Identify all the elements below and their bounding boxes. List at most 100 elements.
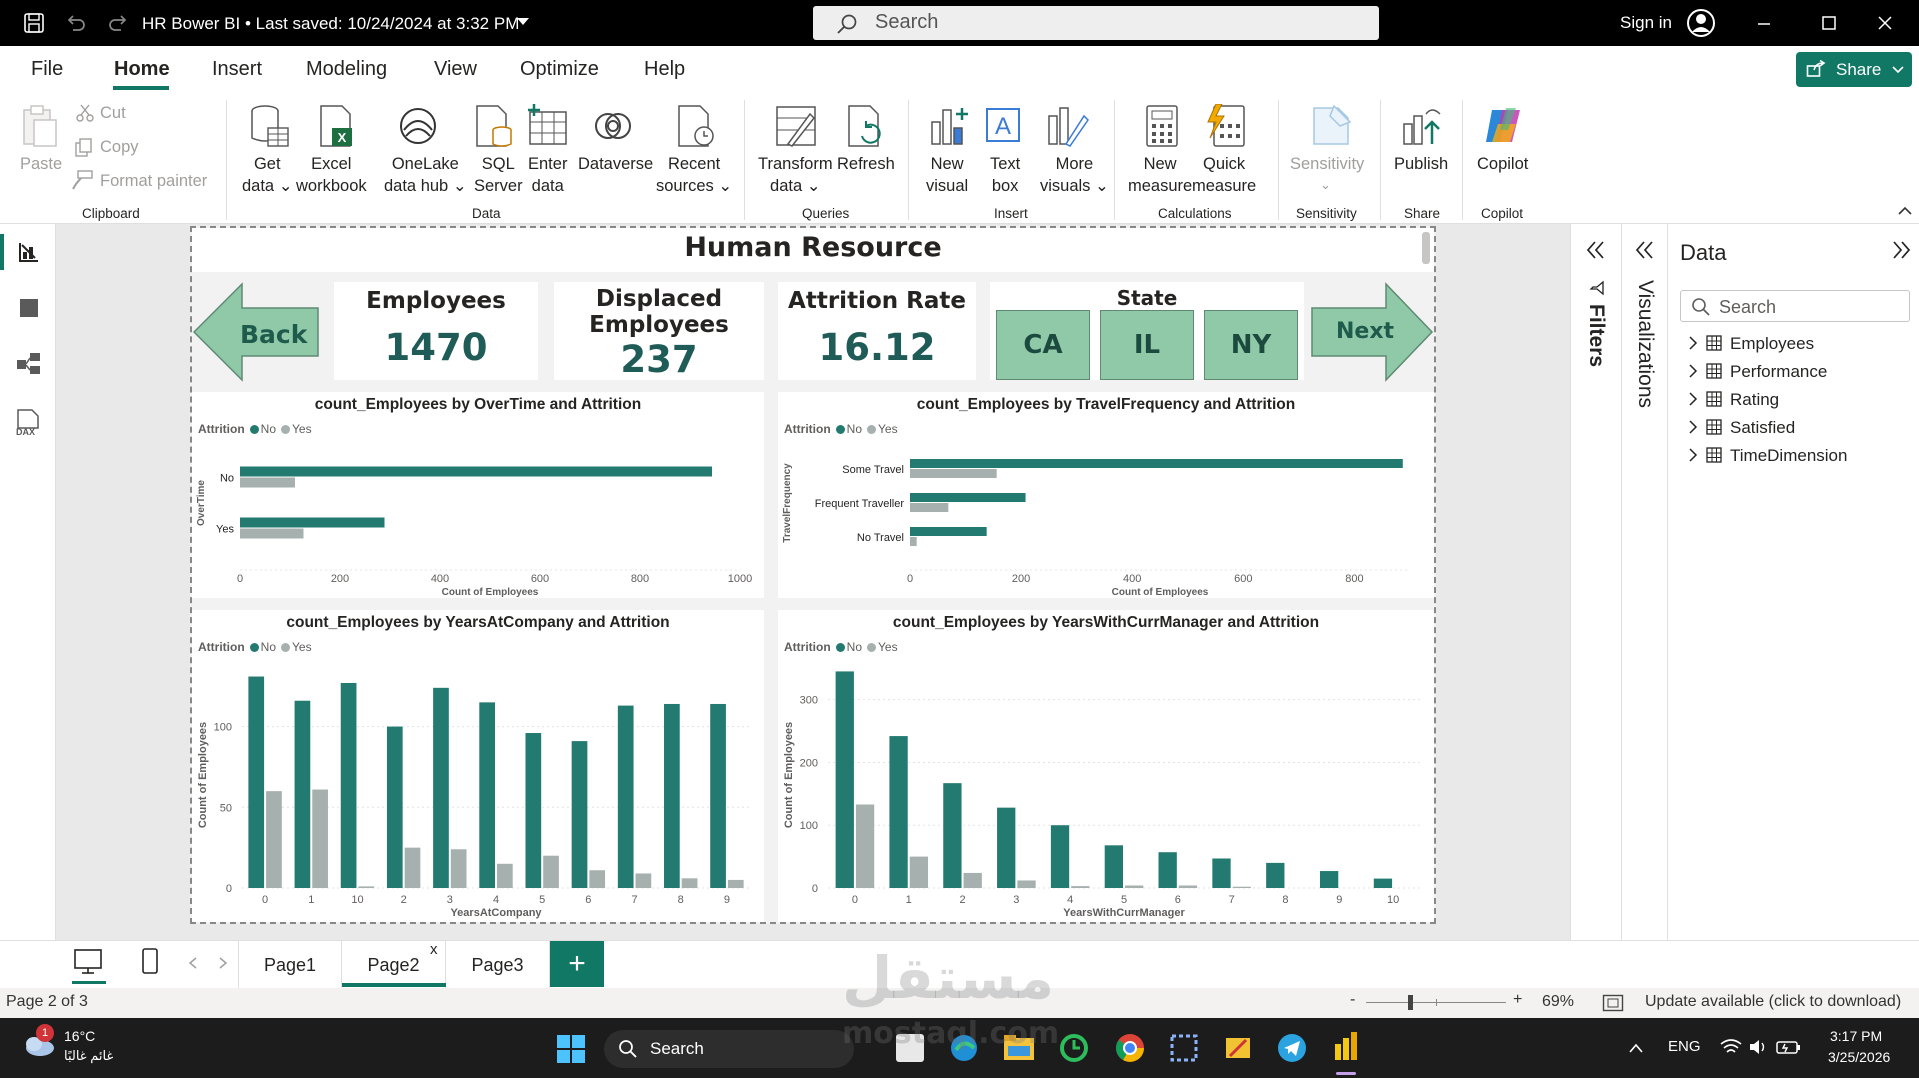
quick-measure-button[interactable]: Quick measure bbox=[1192, 153, 1256, 197]
cut-button[interactable]: Cut bbox=[100, 102, 126, 124]
chart-years-at-company[interactable]: count_Employees by YearsAtCompany and At… bbox=[192, 610, 764, 922]
zoom-out-button[interactable]: - bbox=[1350, 991, 1355, 1009]
dax-query-view-icon[interactable]: DAX bbox=[14, 408, 44, 436]
chrome-icon[interactable] bbox=[1114, 1032, 1146, 1064]
chart-years-with-manager[interactable]: count_Employees by YearsWithCurrManager … bbox=[778, 610, 1434, 922]
page-tab-1[interactable]: Page1 bbox=[238, 941, 342, 989]
report-view-icon[interactable] bbox=[17, 240, 41, 264]
enter-data-button[interactable]: Enter data bbox=[528, 153, 567, 197]
data-table-item[interactable]: Performance bbox=[1688, 362, 1827, 382]
share-button[interactable]: Share bbox=[1796, 52, 1912, 87]
state-button-ca[interactable]: CA bbox=[996, 310, 1090, 380]
excel-workbook-button[interactable]: Excel workbook bbox=[296, 153, 367, 197]
visualizations-pane-label[interactable]: Visualizations bbox=[1633, 280, 1657, 408]
recent-sources-button[interactable]: Recent sources ⌄ bbox=[656, 153, 732, 197]
wifi-icon[interactable] bbox=[1720, 1038, 1742, 1056]
collapse-filters-icon[interactable] bbox=[1585, 240, 1607, 260]
bar-yes bbox=[404, 847, 421, 888]
data-search-input[interactable]: Search bbox=[1680, 290, 1910, 322]
back-button[interactable]: Back bbox=[240, 320, 307, 349]
transform-data-button[interactable]: Transform data ⌄ bbox=[758, 153, 833, 197]
menu-modeling[interactable]: Modeling bbox=[306, 58, 387, 81]
scroll-right-icon[interactable] bbox=[218, 957, 228, 969]
paint-tool-icon[interactable] bbox=[1222, 1032, 1254, 1064]
save-icon[interactable] bbox=[22, 11, 46, 35]
desktop-layout-icon[interactable] bbox=[72, 947, 104, 977]
sql-server-button[interactable]: SQL Server bbox=[474, 153, 523, 197]
chart-overtime[interactable]: count_Employees by OverTime and Attritio… bbox=[192, 392, 764, 598]
collapse-ribbon-icon[interactable] bbox=[1898, 206, 1912, 216]
zoom-in-button[interactable]: + bbox=[1513, 991, 1522, 1009]
page-tab-3[interactable]: Page3 bbox=[446, 941, 550, 989]
collapse-visualizations-icon[interactable] bbox=[1634, 240, 1656, 260]
paste-button[interactable]: Paste bbox=[20, 153, 62, 175]
fit-to-page-icon[interactable] bbox=[1602, 994, 1624, 1012]
model-view-icon[interactable] bbox=[15, 350, 43, 378]
state-button-ny[interactable]: NY bbox=[1204, 310, 1298, 380]
refresh-button[interactable]: Refresh bbox=[837, 153, 895, 175]
state-button-il[interactable]: IL bbox=[1100, 310, 1194, 380]
menu-home[interactable]: Home bbox=[114, 58, 170, 81]
text-box-button[interactable]: Text box bbox=[990, 153, 1020, 197]
clock-time[interactable]: 3:17 PM bbox=[1830, 1028, 1882, 1044]
snipping-tool-icon[interactable] bbox=[1168, 1032, 1200, 1064]
power-bi-icon[interactable] bbox=[1330, 1030, 1362, 1064]
more-visuals-button[interactable]: More visuals ⌄ bbox=[1040, 153, 1109, 197]
sign-in-link[interactable]: Sign in bbox=[1620, 13, 1672, 33]
account-icon[interactable] bbox=[1686, 8, 1716, 38]
collapse-data-pane-icon[interactable] bbox=[1890, 240, 1912, 260]
x-tick-label: 800 bbox=[631, 573, 649, 585]
app-icon-green[interactable] bbox=[1058, 1032, 1090, 1064]
data-table-item[interactable]: Rating bbox=[1688, 390, 1779, 410]
scroll-left-icon[interactable] bbox=[188, 957, 198, 969]
show-hidden-icons-icon[interactable] bbox=[1628, 1042, 1644, 1054]
format-painter-button[interactable]: Format painter bbox=[100, 170, 207, 192]
mobile-layout-icon[interactable] bbox=[140, 947, 160, 977]
new-visual-button[interactable]: New visual bbox=[926, 153, 968, 197]
menu-help[interactable]: Help bbox=[644, 58, 685, 81]
taskbar-search[interactable]: Search bbox=[604, 1030, 854, 1068]
zoom-slider-thumb[interactable] bbox=[1408, 995, 1413, 1010]
redo-icon[interactable] bbox=[106, 11, 130, 35]
chart-travel-frequency[interactable]: count_Employees by TravelFrequency and A… bbox=[778, 392, 1434, 598]
publish-button[interactable]: Publish bbox=[1394, 153, 1448, 175]
maximize-icon[interactable] bbox=[1820, 14, 1838, 32]
menu-file[interactable]: File bbox=[31, 58, 63, 81]
data-table-item[interactable]: Satisfied bbox=[1688, 418, 1795, 438]
zoom-level[interactable]: 69% bbox=[1542, 993, 1574, 1011]
copilot-button[interactable]: Copilot bbox=[1477, 153, 1528, 175]
copy-button[interactable]: Copy bbox=[100, 136, 139, 158]
title-separator: • bbox=[244, 14, 251, 33]
menu-insert[interactable]: Insert bbox=[212, 58, 262, 81]
undo-icon[interactable] bbox=[64, 11, 88, 35]
menu-optimize[interactable]: Optimize bbox=[520, 58, 599, 81]
menu-view[interactable]: View bbox=[434, 58, 477, 81]
data-table-item[interactable]: TimeDimension bbox=[1688, 446, 1847, 466]
minimize-icon[interactable] bbox=[1756, 16, 1772, 32]
onelake-data-hub-button[interactable]: OneLake data hub ⌄ bbox=[384, 153, 467, 197]
update-available-link[interactable]: Update available (click to download) bbox=[1645, 993, 1901, 1011]
clock-date[interactable]: 3/25/2026 bbox=[1828, 1049, 1890, 1065]
get-data-button[interactable]: Get data ⌄ bbox=[242, 153, 293, 197]
close-page-icon[interactable]: x bbox=[430, 941, 438, 958]
battery-icon[interactable] bbox=[1776, 1038, 1802, 1056]
add-page-button[interactable]: + bbox=[550, 941, 604, 987]
y-category-label: Yes bbox=[216, 524, 234, 536]
title-dropdown-icon[interactable] bbox=[516, 17, 530, 27]
data-table-item[interactable]: Employees bbox=[1688, 334, 1814, 354]
volume-icon[interactable] bbox=[1748, 1038, 1768, 1056]
report-scrollbar[interactable] bbox=[1422, 232, 1430, 264]
windows-start-icon[interactable] bbox=[556, 1034, 586, 1064]
input-language[interactable]: ENG bbox=[1668, 1038, 1701, 1055]
filters-pane-label[interactable]: Filters bbox=[1584, 304, 1608, 367]
bar-no bbox=[340, 682, 357, 888]
telegram-icon[interactable] bbox=[1276, 1032, 1308, 1064]
next-button[interactable]: Next bbox=[1336, 319, 1394, 344]
ribbon-separator bbox=[1380, 100, 1381, 220]
dataverse-button[interactable]: Dataverse bbox=[578, 153, 653, 175]
search-input[interactable]: Search bbox=[813, 6, 1379, 40]
table-view-icon[interactable] bbox=[17, 296, 41, 320]
sensitivity-button[interactable]: Sensitivity bbox=[1290, 153, 1364, 175]
close-icon[interactable] bbox=[1876, 14, 1894, 32]
new-measure-button[interactable]: New measure bbox=[1128, 153, 1192, 197]
